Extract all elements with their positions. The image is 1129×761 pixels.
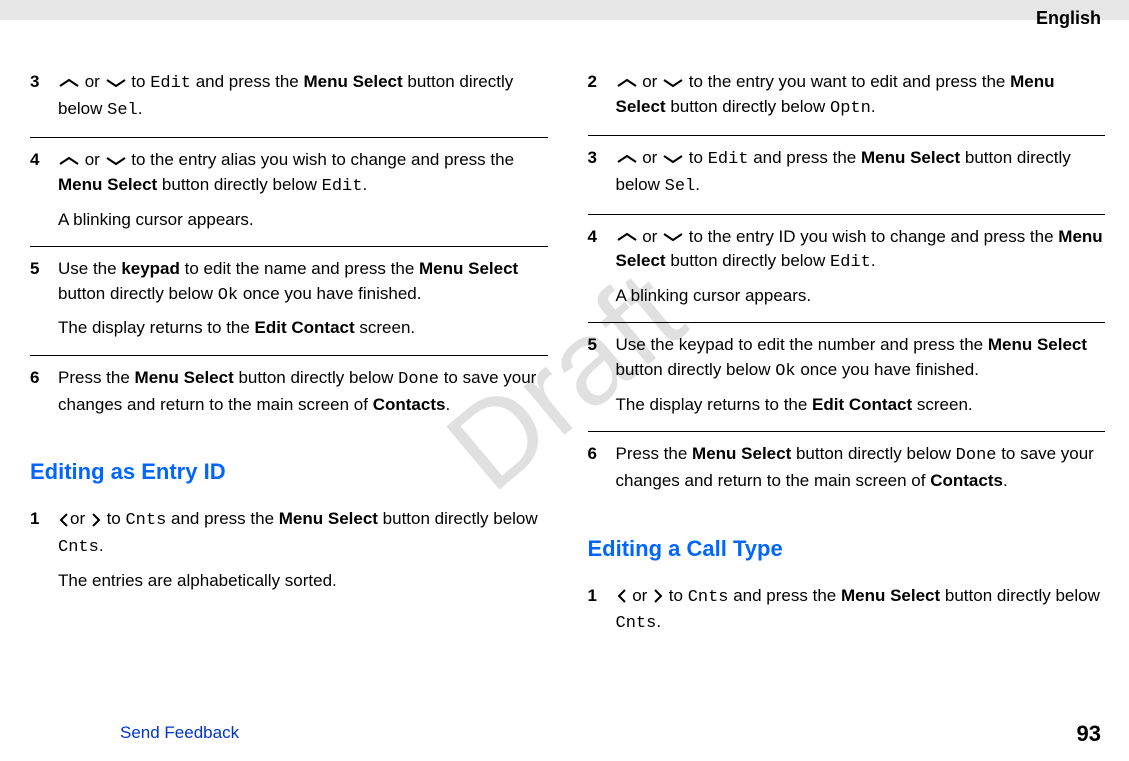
step-6: 6 Press the Menu Select button directly … (30, 356, 548, 431)
step-body: Press the Menu Select button directly be… (58, 366, 548, 417)
right-arrow-icon (90, 512, 102, 528)
step-6r: 6 Press the Menu Select button directly … (588, 432, 1106, 507)
up-arrow-icon (616, 78, 638, 88)
page-number: 93 (1077, 721, 1101, 747)
step-3r: 3 or to Edit and press the Menu Select b… (588, 136, 1106, 214)
step-body: or to the entry ID you wish to change an… (616, 225, 1106, 309)
step-number: 3 (30, 70, 58, 123)
content-area: 3 or to Edit and press the Menu Select b… (0, 20, 1129, 661)
step-number: 4 (30, 148, 58, 232)
step-2: 2 or to the entry you want to edit and p… (588, 60, 1106, 136)
step-number: 3 (588, 146, 616, 199)
step-body: or to Cnts and press the Menu Select but… (58, 507, 548, 593)
step-body: Use the keypad to edit the number and pr… (616, 333, 1106, 417)
up-arrow-icon (58, 156, 80, 166)
language-label: English (1036, 8, 1101, 29)
step-body: or to the entry you want to edit and pre… (616, 70, 1106, 121)
step-number: 1 (588, 584, 616, 637)
step-4r: 4 or to the entry ID you wish to change … (588, 215, 1106, 324)
step-body: or to the entry alias you wish to change… (58, 148, 548, 232)
calltype-step-1: 1 or to Cnts and press the Menu Select b… (588, 574, 1106, 651)
step-body: or to Edit and press the Menu Select but… (58, 70, 548, 123)
up-arrow-icon (58, 78, 80, 88)
step-number: 6 (588, 442, 616, 493)
step-body: or to Edit and press the Menu Select but… (616, 146, 1106, 199)
heading-entry-id: Editing as Entry ID (30, 459, 548, 485)
heading-call-type: Editing a Call Type (588, 536, 1106, 562)
step-3: 3 or to Edit and press the Menu Select b… (30, 60, 548, 138)
step-number: 5 (588, 333, 616, 417)
step-body: or to Cnts and press the Menu Select but… (616, 584, 1106, 637)
send-feedback-link[interactable]: Send Feedback (120, 723, 239, 743)
down-arrow-icon (662, 232, 684, 242)
up-arrow-icon (616, 154, 638, 164)
step-body: Use the keypad to edit the name and pres… (58, 257, 548, 341)
down-arrow-icon (105, 156, 127, 166)
down-arrow-icon (662, 78, 684, 88)
document-page: English Draft 3 or to Edit and press the… (0, 0, 1129, 761)
step-4: 4 or to the entry alias you wish to chan… (30, 138, 548, 247)
step-number: 4 (588, 225, 616, 309)
step-5: 5 Use the keypad to edit the name and pr… (30, 247, 548, 356)
down-arrow-icon (105, 78, 127, 88)
step-5r: 5 Use the keypad to edit the number and … (588, 323, 1106, 432)
step-number: 2 (588, 70, 616, 121)
right-arrow-icon (652, 588, 664, 604)
entry-step-1: 1 or to Cnts and press the Menu Select b… (30, 497, 548, 607)
step-number: 6 (30, 366, 58, 417)
top-bar (0, 0, 1129, 20)
right-column: 2 or to the entry you want to edit and p… (588, 60, 1106, 651)
up-arrow-icon (616, 232, 638, 242)
left-arrow-icon (616, 588, 628, 604)
step-body: Press the Menu Select button directly be… (616, 442, 1106, 493)
left-column: 3 or to Edit and press the Menu Select b… (30, 60, 548, 651)
step-number: 5 (30, 257, 58, 341)
down-arrow-icon (662, 154, 684, 164)
step-number: 1 (30, 507, 58, 593)
left-arrow-icon (58, 512, 70, 528)
